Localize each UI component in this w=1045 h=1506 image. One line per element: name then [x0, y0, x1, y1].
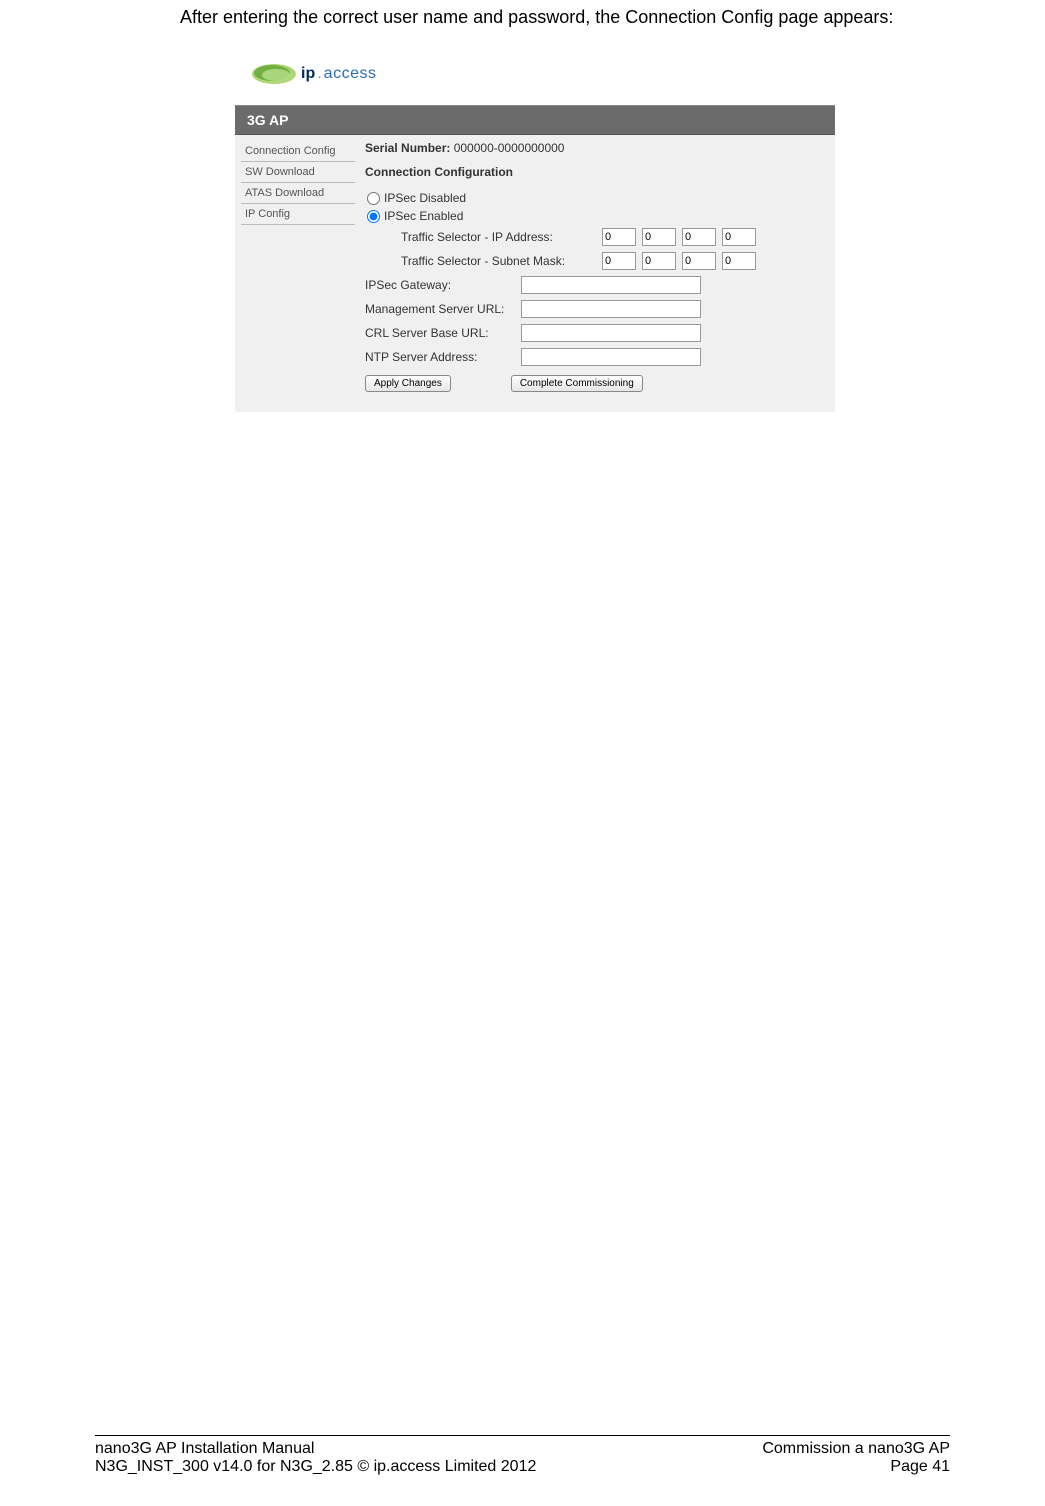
- crl-url-input[interactable]: [521, 324, 701, 342]
- footer-right-2: Page 41: [762, 1458, 950, 1476]
- serial-line: Serial Number: 000000-0000000000: [365, 141, 825, 155]
- serial-value: 000000-0000000000: [454, 141, 565, 155]
- crl-url-label: CRL Server Base URL:: [365, 326, 515, 340]
- ntp-label: NTP Server Address:: [365, 350, 515, 364]
- sidebar-item-atas-download[interactable]: ATAS Download: [241, 183, 355, 204]
- footer-right-1: Commission a nano3G AP: [762, 1440, 950, 1458]
- ts-ip-octet-4[interactable]: [722, 228, 756, 246]
- logo-dot-text: .: [317, 65, 321, 83]
- complete-commissioning-button[interactable]: Complete Commissioning: [511, 375, 643, 392]
- ntp-input[interactable]: [521, 348, 701, 366]
- radio-ipsec-disabled[interactable]: [367, 192, 380, 205]
- mgmt-url-input[interactable]: [521, 300, 701, 318]
- ts-ip-octet-2[interactable]: [642, 228, 676, 246]
- sidebar: Connection Config SW Download ATAS Downl…: [235, 135, 355, 412]
- ts-ip-label: Traffic Selector - IP Address:: [401, 230, 596, 244]
- apply-changes-button[interactable]: Apply Changes: [365, 375, 451, 392]
- ipsec-gateway-input[interactable]: [521, 276, 701, 294]
- radio-ipsec-disabled-label: IPSec Disabled: [384, 191, 466, 205]
- radio-ipsec-enabled-label: IPSec Enabled: [384, 209, 463, 223]
- ts-mask-octet-3[interactable]: [682, 252, 716, 270]
- intro-text: After entering the correct user name and…: [180, 5, 950, 29]
- sidebar-item-connection-config[interactable]: Connection Config: [241, 141, 355, 162]
- ts-mask-octet-2[interactable]: [642, 252, 676, 270]
- main-panel: Serial Number: 000000-0000000000 Connect…: [355, 135, 835, 412]
- ipsec-gateway-label: IPSec Gateway:: [365, 278, 515, 292]
- page-footer: nano3G AP Installation Manual N3G_INST_3…: [95, 1435, 950, 1476]
- sidebar-item-ip-config[interactable]: IP Config: [241, 204, 355, 225]
- radio-ipsec-enabled[interactable]: [367, 210, 380, 223]
- ts-mask-octet-4[interactable]: [722, 252, 756, 270]
- logo-ip-text: ip: [301, 65, 315, 83]
- ts-mask-label: Traffic Selector - Subnet Mask:: [401, 254, 596, 268]
- mgmt-url-label: Management Server URL:: [365, 302, 515, 316]
- title-bar: 3G AP: [235, 105, 835, 135]
- ts-mask-octet-1[interactable]: [602, 252, 636, 270]
- ipaccess-logo: ip.access: [249, 59, 835, 89]
- logo-swirl-icon: [249, 59, 299, 89]
- footer-left-1: nano3G AP Installation Manual: [95, 1440, 536, 1458]
- ts-ip-octet-3[interactable]: [682, 228, 716, 246]
- serial-label: Serial Number:: [365, 141, 450, 155]
- footer-left-2: N3G_INST_300 v14.0 for N3G_2.85 © ip.acc…: [95, 1458, 536, 1476]
- ts-ip-octet-1[interactable]: [602, 228, 636, 246]
- logo-access-text: access: [324, 65, 377, 83]
- connection-config-screenshot: ip.access 3G AP Connection Config SW Dow…: [235, 59, 835, 412]
- section-heading: Connection Configuration: [365, 165, 825, 179]
- sidebar-item-sw-download[interactable]: SW Download: [241, 162, 355, 183]
